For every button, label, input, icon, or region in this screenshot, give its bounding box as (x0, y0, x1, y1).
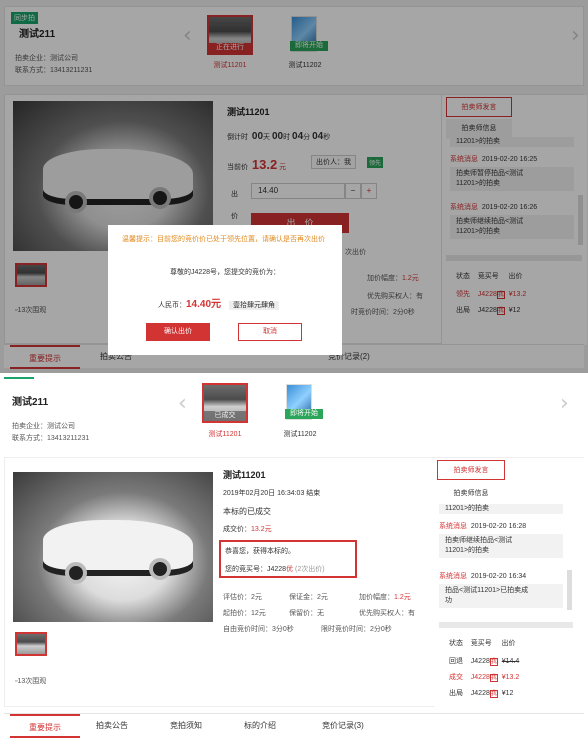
lot-main: ▫13次围观 测试11201 2019年02月20日 16:34:03 结束 本… (4, 457, 585, 708)
status-badge: 即将开始 (285, 409, 323, 419)
thumb-label[interactable]: 测试11201 (195, 429, 255, 439)
info-row: 保留价：无 (289, 610, 324, 617)
tab-important[interactable]: 重要提示 (10, 714, 80, 738)
auction-header: 测试211 拍卖企业：测试公司 联系方式：13413211231 ‹ › 已成交… (4, 379, 584, 449)
tab-auctioneer-speech[interactable]: 拍卖师发言 (437, 460, 505, 480)
table-row: 回退 J4228我 ¥14.4 (449, 658, 520, 666)
auction-title: 测试211 (12, 397, 49, 408)
tab-bar: 重要提示 拍卖公告 竞拍须知 标的介绍 竞价记录(3) (4, 713, 584, 738)
info-row: 评估价：2元 (223, 594, 262, 601)
lot-photo[interactable] (13, 472, 213, 622)
result-panel: 测试211 拍卖企业：测试公司 联系方式：13413211231 ‹ › 已成交… (0, 375, 588, 749)
bid-table-header: 状态 竞买号 出价 (449, 640, 516, 647)
info-row: 优先购买权人：有 (359, 610, 415, 617)
deal-price: 成交价：13.2元 (223, 526, 272, 533)
warning-text: 温馨提示：目前您的竞价价已处于领先位置，请确认是否再次出价 (122, 236, 325, 243)
cancel-button[interactable]: 取消 (238, 323, 302, 341)
photo-thumb[interactable] (15, 632, 47, 656)
bidding-panel: 同步拍 测试211 拍卖企业：测试公司 联系方式：13413211231 ‹ ›… (0, 0, 588, 373)
message-body: 拍卖师继续拍品<测试 11201>的拍卖 (439, 534, 563, 558)
end-time: 2019年02月20日 16:34:03 结束 (223, 490, 321, 497)
thumb-label[interactable]: 测试11202 (270, 429, 330, 439)
congrats-text: 恭喜您，获得本标的。 (225, 548, 295, 555)
thumb-lot-2[interactable]: 即将开始 (285, 384, 323, 420)
message-body: 拍品<测试11201>已拍卖成功 (439, 584, 563, 608)
auction-company: 拍卖企业：测试公司 (12, 423, 75, 430)
confirm-bid-button[interactable]: 确认出价 (146, 323, 210, 341)
message-header: 系统消息 2019-02-20 16:34 (439, 573, 527, 580)
message-header: 系统消息 2019-02-20 16:28 (439, 523, 527, 530)
winner-box: 恭喜您，获得本标的。 您的竞买号：J4228优 (2次出价) (219, 540, 357, 578)
info-row: 自由竞价时间：3分0秒 (223, 626, 294, 633)
status-badge: 已成交 (204, 411, 246, 421)
confirm-line: 尊敬的J4228号，您提交的竞价为： (169, 269, 281, 276)
message-partial: 11201>的拍卖 (439, 504, 563, 514)
side-panel: 拍卖师发言 拍卖师信息 11201>的拍卖 系统消息 2019-02-20 16… (435, 458, 585, 708)
scrollbar[interactable] (567, 570, 572, 610)
auction-contact: 联系方式：13413211231 (12, 435, 90, 442)
tab-records[interactable]: 竞价记录(3) (322, 714, 364, 738)
sold-status: 本标的已成交 (223, 507, 271, 516)
views-count: ▫13次围观 (15, 678, 47, 685)
info-row: 限时竞价时间：2分0秒 (321, 626, 392, 633)
info-row: 保证金：2元 (289, 594, 328, 601)
info-row: 起拍价：12元 (223, 610, 266, 617)
next-arrow-icon[interactable]: › (560, 391, 569, 416)
tab-auctioneer-info[interactable]: 拍卖师信息 (437, 484, 505, 504)
info-row: 加价幅度：1.2元 (359, 594, 411, 601)
table-row: 出局 J4228我 ¥12 (449, 690, 514, 698)
thumb-lot-1[interactable]: 已成交 (202, 383, 248, 423)
your-bid-no: 您的竞买号：J4228优 (2次出价) (225, 566, 325, 573)
tab-announcement[interactable]: 拍卖公告 (96, 714, 128, 738)
amount-line: 人民币：14.40元 壹拾肆元肆角 (158, 295, 279, 310)
lot-title: 测试11201 (223, 470, 266, 480)
table-row: 成交 J4228我 ¥13.2 (449, 674, 520, 682)
prev-arrow-icon[interactable]: ‹ (178, 391, 187, 416)
tab-notice[interactable]: 竞拍须知 (170, 714, 202, 738)
confirm-bid-dialog: 温馨提示：目前您的竞价价已处于领先位置，请确认是否再次出价 尊敬的J4228号，… (108, 225, 342, 355)
tab-introduction[interactable]: 标的介绍 (244, 714, 276, 738)
h-scrollbar[interactable] (439, 622, 573, 628)
